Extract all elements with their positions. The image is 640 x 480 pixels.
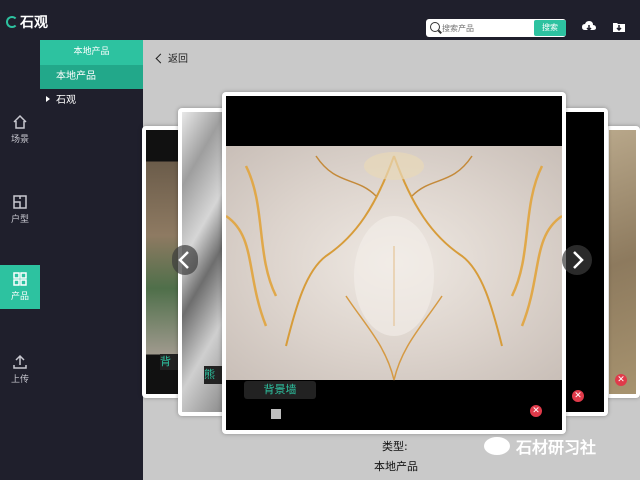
delete-icon[interactable]: ✕	[615, 374, 627, 386]
sidebar-item-label: 户型	[10, 215, 29, 225]
product-card-right-far[interactable]: ✕	[605, 126, 640, 398]
sidebar-item-products[interactable]: 产品	[0, 265, 40, 309]
prev-arrow[interactable]	[172, 245, 198, 275]
sidebar-item-upload[interactable]: 上传	[0, 348, 40, 392]
search-icon	[430, 22, 440, 32]
sidebar-item-label: 场景	[10, 135, 29, 145]
chevron-left-icon	[155, 53, 166, 64]
back-label: 返回	[168, 54, 188, 65]
top-bar: 石观 搜索	[0, 0, 640, 40]
floorplan-icon	[13, 195, 27, 209]
panel-header: 本地产品	[40, 40, 143, 65]
sidebar: 场景 户型 产品 上传	[0, 40, 40, 480]
type-label: 类型:	[382, 440, 408, 453]
panel-item-local-products[interactable]: 本地产品	[40, 65, 143, 89]
logo-icon	[6, 16, 18, 28]
sidebar-item-floorplan[interactable]: 户型	[0, 188, 40, 232]
cloud-download-icon[interactable]	[582, 20, 596, 34]
product-caption: 背景墙	[244, 381, 316, 399]
watermark-text: 石材研习社	[516, 438, 597, 457]
type-value: 本地产品	[374, 460, 418, 473]
marble-image	[226, 146, 562, 381]
products-icon	[13, 272, 27, 286]
search-box: 搜索	[426, 19, 566, 37]
app-logo[interactable]: 石观	[6, 12, 48, 32]
sidebar-item-label: 产品	[10, 292, 29, 302]
delete-icon[interactable]: ✕	[572, 390, 584, 402]
home-icon	[13, 114, 27, 129]
marble-thumbnail	[609, 130, 636, 394]
sidebar-item-label: 上传	[10, 375, 29, 385]
chevron-left-icon	[178, 251, 189, 269]
search-button[interactable]: 搜索	[534, 20, 566, 36]
back-button[interactable]: 返回	[155, 50, 188, 65]
sidebar-item-scene[interactable]: 场景	[0, 108, 40, 152]
wechat-icon	[484, 437, 510, 455]
panel-item-label: 本地产品	[56, 71, 96, 82]
caption-text: 背景墙	[263, 383, 297, 396]
upload-icon	[13, 354, 27, 369]
delete-icon[interactable]: ✕	[530, 405, 542, 417]
caret-right-icon	[46, 96, 50, 102]
product-preview	[226, 96, 562, 430]
select-checkbox[interactable]	[271, 409, 281, 419]
watermark: 石材研习社	[484, 434, 596, 458]
search-input[interactable]	[442, 21, 530, 35]
category-panel: 本地产品 本地产品 石观	[40, 40, 143, 480]
next-arrow[interactable]	[562, 245, 592, 275]
app-name: 石观	[20, 15, 48, 31]
panel-item-shiguan[interactable]: 石观	[40, 89, 143, 113]
chevron-right-icon	[573, 251, 584, 269]
folder-download-icon[interactable]	[612, 20, 626, 34]
panel-item-label: 石观	[56, 95, 76, 106]
